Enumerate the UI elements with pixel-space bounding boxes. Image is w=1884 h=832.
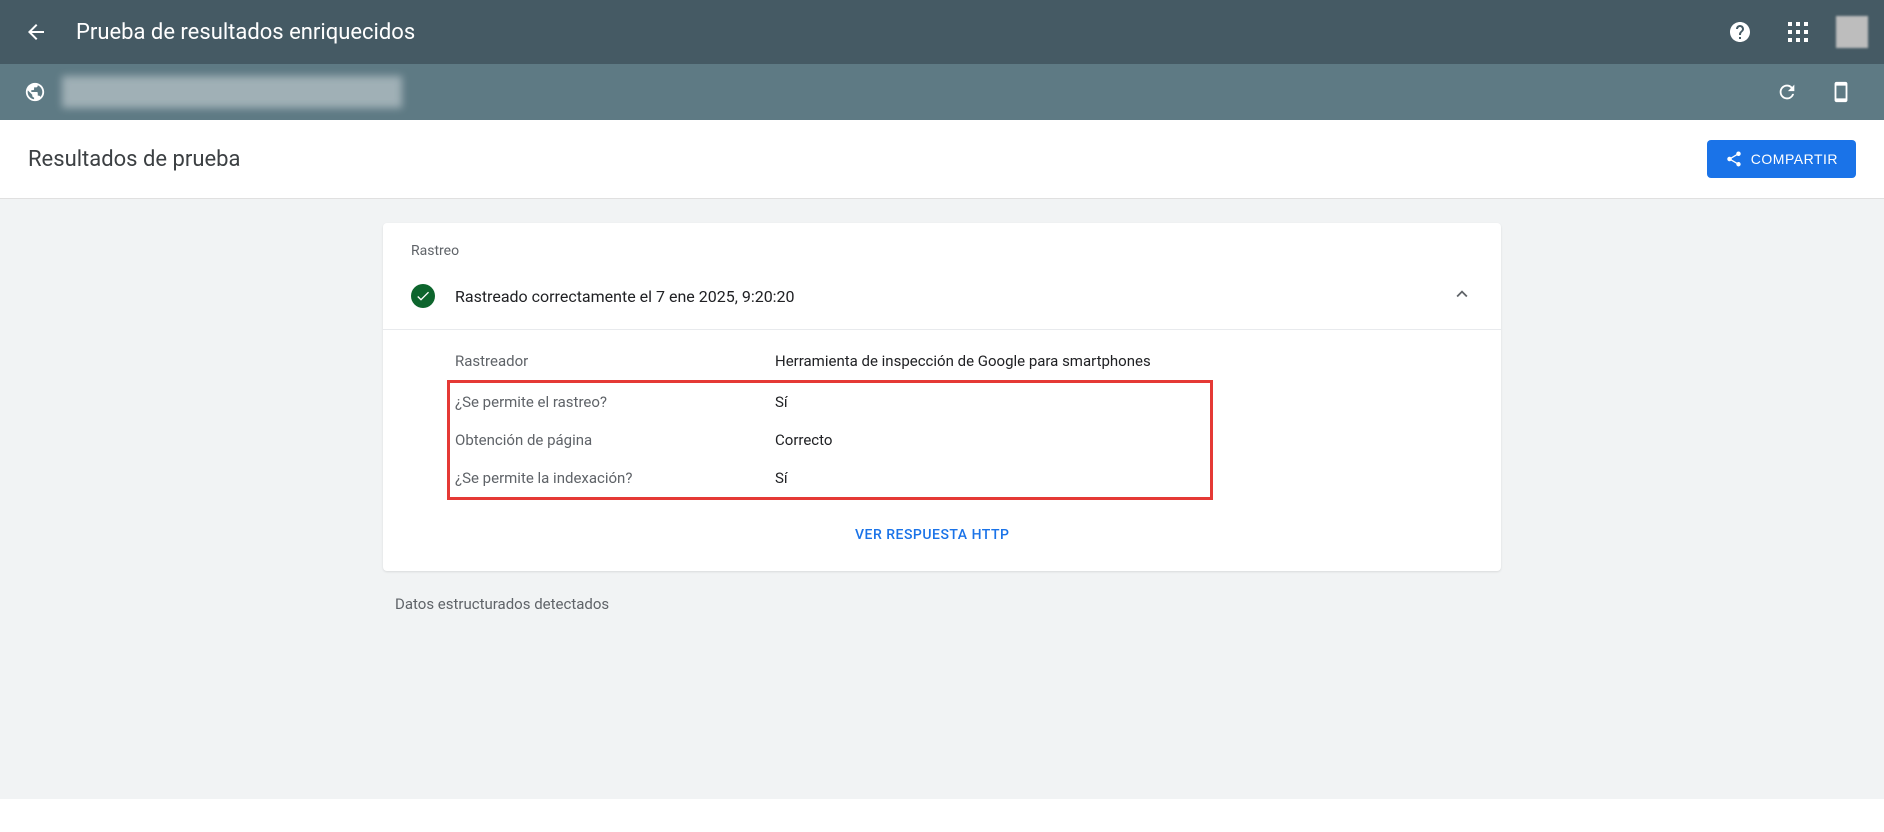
detail-label: Rastreador bbox=[455, 352, 775, 370]
subheader-title: Resultados de prueba bbox=[28, 147, 1707, 172]
check-circle-icon bbox=[411, 284, 435, 308]
structured-data-label: Datos estructurados detectados bbox=[383, 595, 1501, 613]
apps-button[interactable] bbox=[1780, 14, 1816, 50]
help-icon bbox=[1728, 20, 1752, 44]
smartphone-icon bbox=[1830, 81, 1852, 103]
detail-row-crawl-allowed: ¿Se permite el rastreo? Sí bbox=[455, 383, 1210, 421]
url-bar bbox=[0, 64, 1884, 120]
detail-value: Sí bbox=[775, 469, 788, 487]
back-button[interactable] bbox=[16, 12, 56, 52]
crawl-section-label: Rastreo bbox=[383, 223, 1501, 267]
detail-row-crawler: Rastreador Herramienta de inspección de … bbox=[455, 342, 1473, 380]
detail-value: Sí bbox=[775, 393, 788, 411]
http-response-link[interactable]: VER RESPUESTA HTTP bbox=[855, 527, 1009, 543]
chevron-up-icon bbox=[1451, 283, 1473, 309]
detail-value: Correcto bbox=[775, 431, 832, 449]
share-button[interactable]: COMPARTIR bbox=[1707, 140, 1856, 178]
url-input[interactable] bbox=[62, 76, 402, 108]
http-response-row: VER RESPUESTA HTTP bbox=[527, 500, 1473, 571]
crawl-status-text: Rastreado correctamente el 7 ene 2025, 9… bbox=[455, 287, 1451, 306]
arrow-left-icon bbox=[24, 20, 48, 44]
help-button[interactable] bbox=[1720, 12, 1760, 52]
top-bar: Prueba de resultados enriquecidos bbox=[0, 0, 1884, 64]
detail-row-index-allowed: ¿Se permite la indexación? Sí bbox=[455, 459, 1210, 497]
crawl-status-row[interactable]: Rastreado correctamente el 7 ene 2025, 9… bbox=[383, 267, 1501, 330]
avatar[interactable] bbox=[1836, 16, 1868, 48]
subheader: Resultados de prueba COMPARTIR bbox=[0, 120, 1884, 199]
device-button[interactable] bbox=[1822, 73, 1860, 111]
refresh-button[interactable] bbox=[1768, 73, 1806, 111]
share-icon bbox=[1725, 150, 1743, 168]
page-title: Prueba de resultados enriquecidos bbox=[76, 20, 1720, 45]
detail-label: Obtención de página bbox=[455, 431, 775, 449]
highlight-box: ¿Se permite el rastreo? Sí Obtención de … bbox=[447, 380, 1213, 500]
detail-value: Herramienta de inspección de Google para… bbox=[775, 352, 1151, 370]
crawl-details: Rastreador Herramienta de inspección de … bbox=[383, 330, 1501, 571]
crawl-card: Rastreo Rastreado correctamente el 7 ene… bbox=[383, 223, 1501, 571]
detail-label: ¿Se permite la indexación? bbox=[455, 469, 775, 487]
detail-label: ¿Se permite el rastreo? bbox=[455, 393, 775, 411]
top-actions bbox=[1720, 12, 1868, 52]
refresh-icon bbox=[1776, 81, 1798, 103]
share-label: COMPARTIR bbox=[1751, 151, 1838, 167]
globe-icon bbox=[24, 81, 46, 103]
main-content: Rastreo Rastreado correctamente el 7 ene… bbox=[0, 199, 1884, 799]
detail-row-page-fetch: Obtención de página Correcto bbox=[455, 421, 1210, 459]
apps-icon bbox=[1788, 22, 1808, 42]
